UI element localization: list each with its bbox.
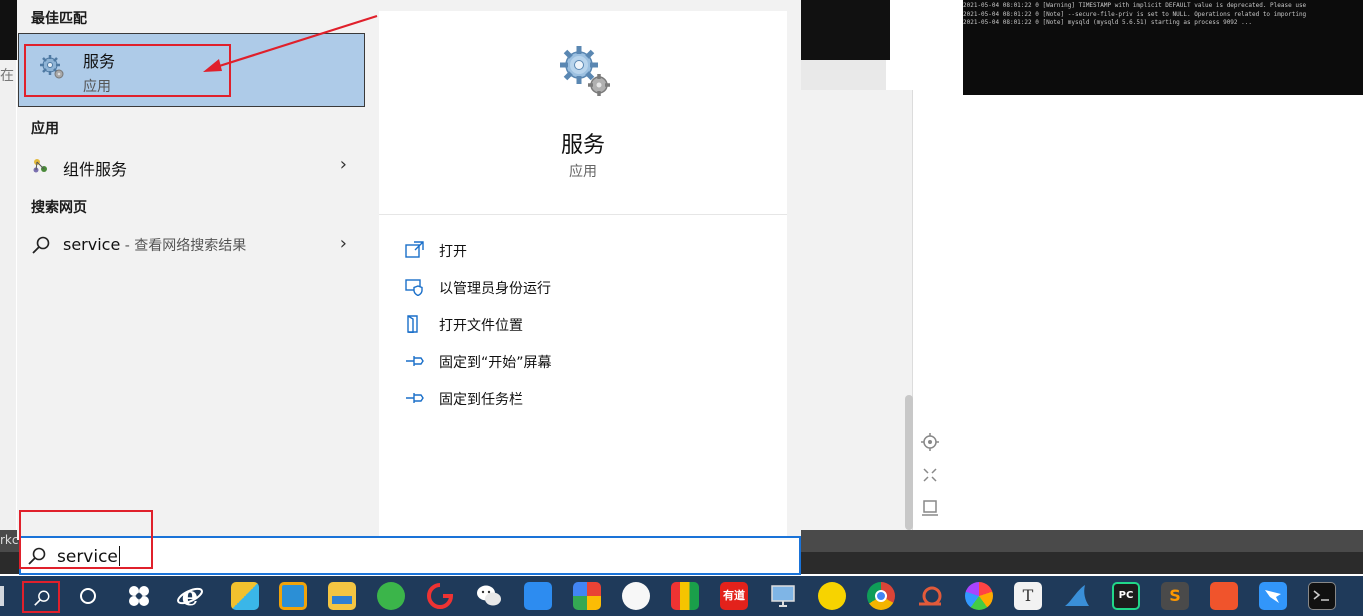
flag-icon[interactable]	[671, 582, 699, 610]
blue-app-icon[interactable]	[524, 582, 552, 610]
background-band-text: rkc	[0, 533, 19, 547]
background-panel	[800, 90, 913, 530]
action-label: 固定到任务栏	[439, 392, 523, 408]
taskbar-search-button[interactable]	[22, 581, 60, 613]
console-window: 2021-05-04 08:01:22 0 [Warning] TIMESTAM…	[963, 0, 1363, 95]
action-label: 以管理员身份运行	[439, 281, 551, 297]
action-run-as-admin[interactable]: 以管理员身份运行	[405, 274, 765, 304]
console-line: 2021-05-04 08:01:22 0 [Warning] TIMESTAM…	[963, 2, 1307, 9]
action-pin-to-taskbar[interactable]: 固定到任务栏	[405, 385, 765, 415]
wechat-icon[interactable]	[475, 582, 503, 610]
vmware-icon[interactable]	[279, 582, 307, 610]
start-edge[interactable]	[0, 586, 4, 606]
gear-icon	[560, 46, 610, 96]
green-app-icon[interactable]	[377, 582, 405, 610]
photos-icon[interactable]	[573, 582, 601, 610]
action-label: 打开文件位置	[439, 318, 523, 334]
web-search-result[interactable]: service - 查看网络搜索结果 ›	[17, 227, 365, 263]
screen-icon[interactable]	[918, 499, 942, 521]
component-services-icon	[33, 159, 47, 173]
action-open-file-location[interactable]: 打开文件位置	[405, 311, 765, 341]
ie-icon[interactable]: e	[176, 582, 204, 612]
text-caret	[118, 546, 120, 566]
search-query-text: service	[57, 547, 118, 567]
search-input-value: service	[57, 546, 120, 567]
web-search-suffix: - 查看网络搜索结果	[120, 238, 247, 254]
console-line: 2021-05-04 08:01:22 0 [Note] --secure-fi…	[963, 10, 1307, 18]
action-open[interactable]: 打开	[405, 237, 765, 267]
action-label: 打开	[439, 244, 467, 260]
apps-header: 应用	[31, 121, 59, 137]
background-left-strip	[0, 60, 16, 530]
pin-icon	[406, 356, 424, 366]
search-input[interactable]: service	[19, 536, 801, 575]
grid-app-icon[interactable]	[231, 582, 259, 610]
fan-icon[interactable]	[622, 582, 650, 610]
orange-app-icon[interactable]	[1210, 582, 1238, 610]
best-match-header: 最佳匹配	[31, 11, 87, 27]
search-icon	[32, 236, 50, 254]
web-search-header: 搜索网页	[31, 200, 87, 216]
gear-icon	[40, 55, 64, 79]
detail-divider	[379, 214, 787, 215]
side-toolbar	[918, 433, 942, 532]
sublime-icon[interactable]: S	[1161, 582, 1189, 610]
app-item-label: 组件服务	[63, 160, 128, 179]
web-search-query: service	[63, 235, 121, 254]
expand-icon[interactable]	[918, 466, 942, 488]
background-left-text: 在	[0, 68, 14, 84]
admin-shield-icon	[405, 279, 423, 296]
typora-icon[interactable]: T	[1014, 582, 1042, 610]
best-match-subtitle: 应用	[83, 79, 111, 95]
crosshair-icon[interactable]	[918, 433, 942, 455]
web-search-label: service - 查看网络搜索结果	[63, 235, 246, 255]
file-explorer-icon[interactable]	[328, 582, 356, 610]
action-pin-to-start[interactable]: 固定到“开始”屏幕	[405, 348, 765, 378]
shark-icon[interactable]	[1063, 582, 1091, 610]
svg-text:e: e	[182, 582, 199, 610]
detail-pane: 服务 应用 打开 以管理员身份运行 打开文件位置 固定到“开始”屏幕 固定到任务…	[379, 11, 787, 540]
snail-icon[interactable]	[916, 582, 944, 610]
action-label: 固定到“开始”屏幕	[439, 355, 552, 371]
open-icon	[405, 241, 424, 258]
detail-title: 服务	[560, 133, 605, 158]
terminal-icon[interactable]	[1308, 582, 1336, 610]
red-app-icon[interactable]	[426, 582, 454, 610]
yellow-app-icon[interactable]	[818, 582, 846, 610]
file-location-icon	[407, 315, 418, 333]
taskbar: e 有道 T PC S	[0, 576, 1363, 616]
dingtalk-icon[interactable]	[1259, 582, 1287, 610]
chevron-right-icon[interactable]: ›	[340, 233, 347, 254]
detail-subtitle: 应用	[569, 164, 597, 180]
console-line: 2021-05-04 08:01:22 0 [Note] mysqld (mys…	[963, 19, 1252, 26]
background-bar	[800, 60, 886, 90]
app-item-component-services[interactable]: 组件服务 ›	[17, 148, 365, 184]
cortana-icon[interactable]	[80, 588, 96, 604]
chrome-icon[interactable]	[867, 582, 895, 610]
chevron-right-icon[interactable]: ›	[340, 154, 347, 175]
best-match-item-services[interactable]: 服务 应用	[18, 33, 365, 107]
pycharm-icon[interactable]: PC	[1112, 582, 1140, 610]
monitor-icon[interactable]	[769, 582, 797, 610]
best-match-title: 服务	[83, 52, 116, 71]
color-wheel-icon[interactable]	[965, 582, 993, 610]
start-search-panel: 最佳匹配 服务 应用 应用 组件服务 › 搜索网页 service - 查看网络…	[17, 0, 801, 540]
pinwheel-icon[interactable]	[125, 582, 153, 610]
search-icon	[28, 547, 46, 565]
pin-icon	[406, 393, 424, 403]
search-icon	[34, 590, 50, 606]
youdao-icon[interactable]: 有道	[720, 582, 748, 610]
background-scrollbar[interactable]	[905, 395, 913, 530]
